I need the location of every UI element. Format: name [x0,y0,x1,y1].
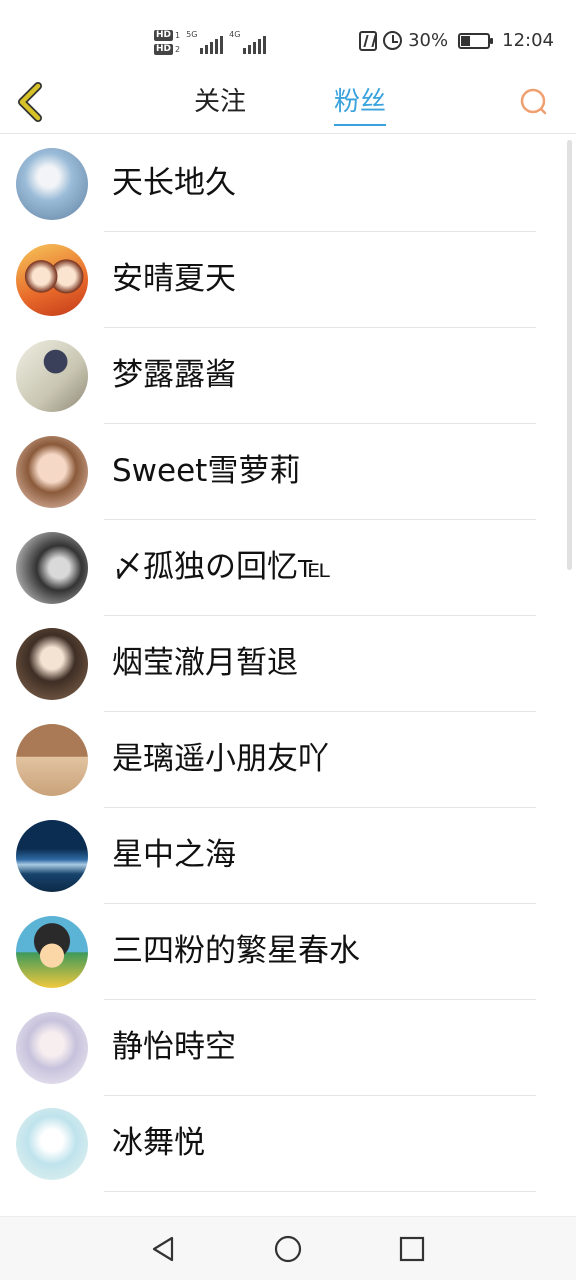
clock: 12:04 [502,30,554,51]
status-right: 30% 12:04 [359,30,554,51]
hd-label: HD [154,43,174,55]
nfc-icon [359,30,378,51]
list-item[interactable]: 天长地久 [0,136,576,232]
search-icon [520,88,547,115]
list-item[interactable]: 梦露露酱 [0,328,576,424]
nav-recents-button[interactable] [392,1229,432,1269]
avatar [16,244,88,316]
back-nav-icon [152,1236,174,1261]
list-item[interactable]: 冰舞悦 [0,1096,576,1192]
avatar [16,340,88,412]
avatar [16,1108,88,1180]
recents-nav-icon [399,1236,425,1261]
avatar [16,916,88,988]
fan-name: 静怡時空 [112,1029,236,1065]
hd-sim-number: 1 [175,30,181,40]
fan-name: 梦露露酱 [112,357,236,393]
fan-name: 是璃遥小朋友吖 [112,741,329,777]
back-button[interactable] [12,80,52,124]
search-button[interactable] [516,84,552,120]
net-type-label: 4G [229,30,241,39]
nav-back-button[interactable] [144,1229,184,1269]
battery-percent: 30% [408,30,449,51]
scrollbar[interactable] [567,140,572,570]
hd-badge-1: HD 1 [154,29,181,41]
home-nav-icon [274,1235,302,1262]
signal-indicators: 5G 4G [186,30,267,54]
avatar [16,1012,88,1084]
list-item[interactable]: 烟莹澈月暂退 [0,616,576,712]
fan-name: 烟莹澈月暂退 [112,645,298,681]
divider [104,1191,536,1192]
tab-bar: 关注 粉丝 [180,80,400,128]
avatar [16,820,88,892]
fan-name: 安晴夏天 [112,261,236,297]
fan-name: 冰舞悦 [112,1125,205,1161]
list-item[interactable]: 是璃遥小朋友吖 [0,712,576,808]
network-indicators: HD 1 HD 2 5G 4G [154,24,267,60]
avatar [16,148,88,220]
signal-5g-icon: 5G [186,30,224,54]
fan-name: Sweet雪萝莉 [112,453,301,489]
list-item[interactable]: 静怡時空 [0,1000,576,1096]
net-type-label: 5G [186,30,198,39]
tab-following[interactable]: 关注 [180,80,260,128]
battery-icon [458,32,494,49]
avatar [16,532,88,604]
hd-badges: HD 1 HD 2 [154,29,181,55]
alarm-icon [383,31,403,50]
fan-name: 三四粉的繁星春水 [112,933,360,969]
avatar [16,724,88,796]
signal-4g-icon: 4G [229,30,267,54]
fan-name: 〆孤独の回忆℡ [112,549,332,585]
hd-badge-2: HD 2 [154,43,181,55]
fans-list: 天长地久 安晴夏天 梦露露酱 Sweet雪萝莉 〆孤独の回忆℡ 烟莹澈月暂退 是… [0,136,576,1192]
avatar [16,628,88,700]
fan-name: 星中之海 [112,837,236,873]
list-item[interactable]: Sweet雪萝莉 [0,424,576,520]
status-bar: HD 1 HD 2 5G 4G 30% 12:04 [0,0,576,72]
system-nav-bar [0,1216,576,1280]
list-item[interactable]: 安晴夏天 [0,232,576,328]
hd-sim-number: 2 [175,44,181,54]
chevron-left-icon [18,82,42,122]
fan-name: 天长地久 [112,165,236,201]
list-item[interactable]: 星中之海 [0,808,576,904]
tab-fans[interactable]: 粉丝 [320,80,400,128]
top-bar: 关注 粉丝 [0,72,576,134]
avatar [16,436,88,508]
list-item[interactable]: 三四粉的繁星春水 [0,904,576,1000]
hd-label: HD [154,29,174,41]
nav-home-button[interactable] [268,1229,308,1269]
list-item[interactable]: 〆孤独の回忆℡ [0,520,576,616]
